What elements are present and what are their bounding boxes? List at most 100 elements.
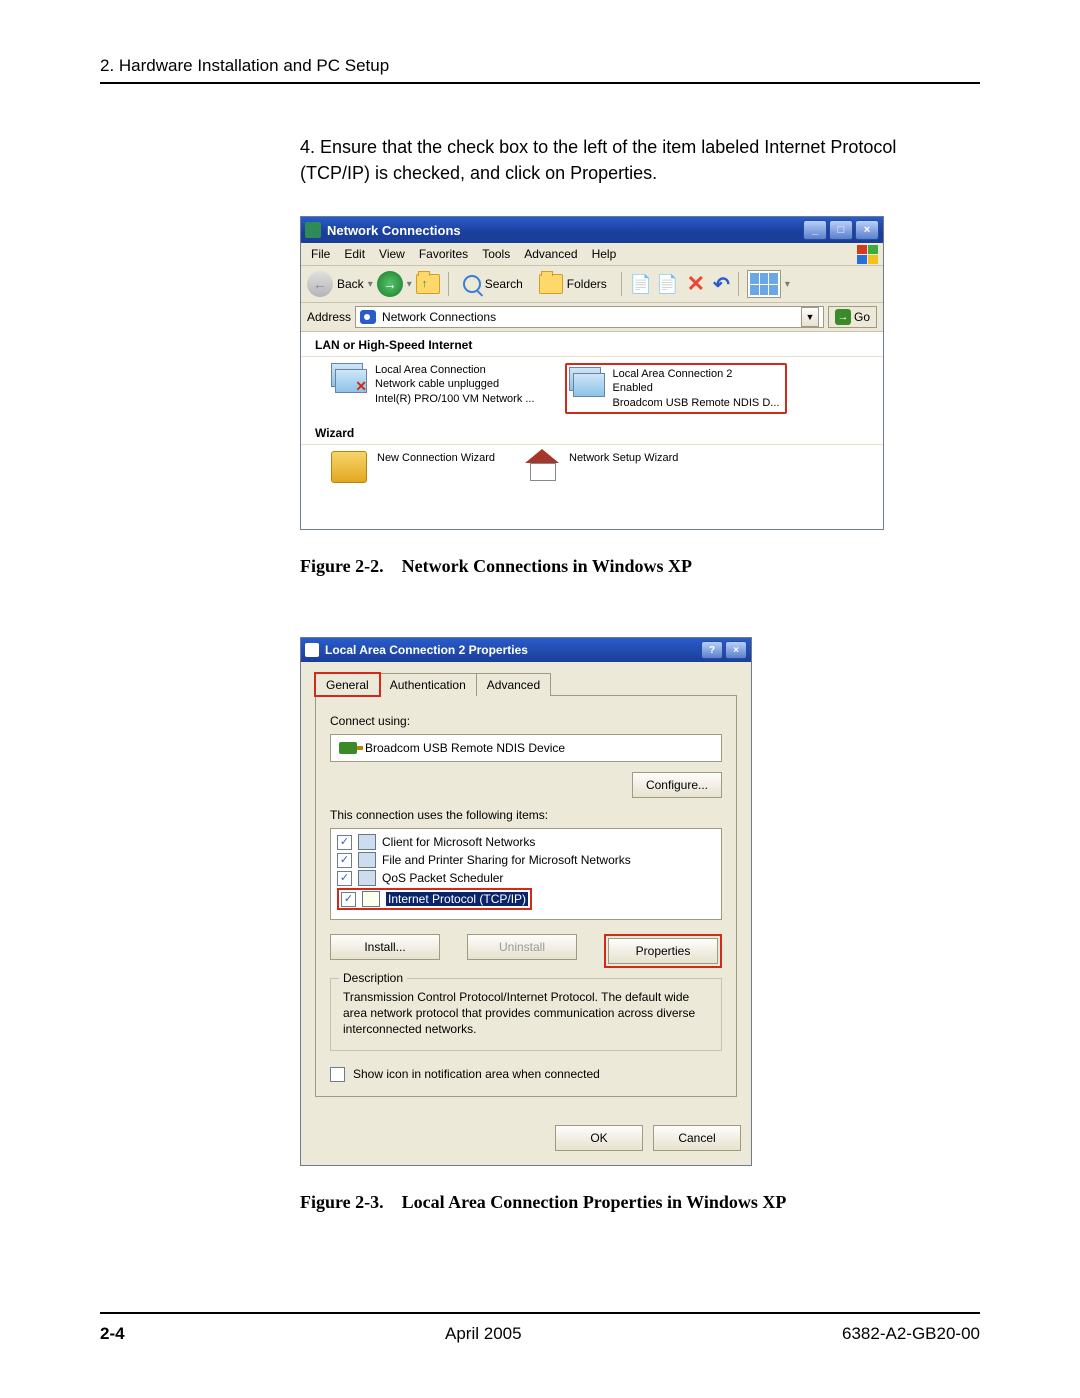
forward-button[interactable]: → <box>377 271 403 297</box>
move-to-button[interactable]: 📄 <box>630 274 652 295</box>
back-label: Back <box>337 277 364 291</box>
address-bar: Address Network Connections ▼ → Go <box>301 303 883 332</box>
undo-button[interactable]: ↶ <box>713 272 730 297</box>
configure-button[interactable]: Configure... <box>632 772 722 798</box>
search-button[interactable]: Search <box>457 273 529 295</box>
checkbox-icon[interactable]: ✓ <box>337 871 352 886</box>
delete-button[interactable]: ✕ <box>683 271 709 297</box>
instruction-step: 4. Ensure that the check box to the left… <box>300 134 940 186</box>
lan2-status: Enabled <box>613 381 780 395</box>
address-icon <box>360 310 376 324</box>
connect-using-label: Connect using: <box>330 714 722 728</box>
lan-section-header: LAN or High-Speed Internet <box>301 332 883 357</box>
footer-doc: 6382-A2-GB20-00 <box>842 1324 980 1344</box>
window-icon <box>305 222 321 238</box>
item-qos[interactable]: ✓ QoS Packet Scheduler <box>337 869 715 887</box>
item-file-printer-sharing[interactable]: ✓ File and Printer Sharing for Microsoft… <box>337 851 715 869</box>
network-connections-window: Network Connections _ □ × File Edit View… <box>300 216 884 530</box>
menu-edit[interactable]: Edit <box>340 245 375 263</box>
menu-favorites[interactable]: Favorites <box>415 245 478 263</box>
properties-dialog: Local Area Connection 2 Properties ? × G… <box>300 637 752 1166</box>
menu-help[interactable]: Help <box>588 245 627 263</box>
description-text: Transmission Control Protocol/Internet P… <box>343 989 709 1038</box>
divider <box>100 82 980 84</box>
up-folder-button[interactable]: ↑ <box>416 274 440 294</box>
copy-to-button[interactable]: 📄 <box>656 274 678 295</box>
close-button[interactable]: × <box>855 220 879 240</box>
install-button[interactable]: Install... <box>330 934 440 960</box>
menu-advanced[interactable]: Advanced <box>520 245 587 263</box>
item-qos-label: QoS Packet Scheduler <box>382 871 503 885</box>
new-connection-wizard[interactable]: New Connection Wizard <box>331 451 495 483</box>
dialog-title: Local Area Connection 2 Properties <box>325 643 528 657</box>
lan2-device: Broadcom USB Remote NDIS D... <box>613 396 780 410</box>
tabs: General Authentication Advanced <box>315 672 737 695</box>
maximize-button[interactable]: □ <box>829 220 853 240</box>
address-dropdown-icon[interactable]: ▼ <box>801 307 819 327</box>
back-button[interactable]: ← <box>307 271 333 297</box>
menu-view[interactable]: View <box>375 245 415 263</box>
notify-row[interactable]: Show icon in notification area when conn… <box>330 1067 722 1082</box>
close-button[interactable]: × <box>725 641 747 659</box>
tab-advanced[interactable]: Advanced <box>476 673 551 696</box>
items-list: ✓ Client for Microsoft Networks ✓ File a… <box>330 828 722 920</box>
ok-button[interactable]: OK <box>555 1125 643 1151</box>
search-label: Search <box>485 277 523 291</box>
views-button[interactable] <box>747 270 781 298</box>
toolbar: ← Back ▾ → ▾ ↑ Search Folders 📄 📄 ✕ ↶ ▾ <box>301 266 883 303</box>
search-icon <box>463 275 481 293</box>
figure-caption-1: Figure 2-2. Network Connections in Windo… <box>300 556 980 577</box>
client-icon <box>358 834 376 850</box>
go-arrow-icon: → <box>835 309 851 325</box>
menu-file[interactable]: File <box>307 245 340 263</box>
description-group: Description Transmission Control Protoco… <box>330 978 722 1051</box>
wizard-section-header: Wizard <box>301 420 883 445</box>
figure-1-label: Figure 2-2. <box>300 556 384 576</box>
step-number: 4. <box>300 137 315 157</box>
help-button[interactable]: ? <box>701 641 723 659</box>
windows-flag-icon <box>857 245 879 265</box>
lan1-name: Local Area Connection <box>375 363 535 377</box>
uninstall-button[interactable]: Uninstall <box>467 934 577 960</box>
checkbox-icon[interactable]: ✓ <box>341 892 356 907</box>
tab-authentication[interactable]: Authentication <box>379 673 477 696</box>
address-input[interactable]: Network Connections ▼ <box>355 306 824 328</box>
item-client[interactable]: ✓ Client for Microsoft Networks <box>337 833 715 851</box>
footer-date: April 2005 <box>445 1324 522 1344</box>
page-number: 2-4 <box>100 1324 125 1344</box>
sharing-icon <box>358 852 376 868</box>
house-icon <box>525 451 559 481</box>
window-title: Network Connections <box>327 223 461 238</box>
lan-connection-2[interactable]: Local Area Connection 2 Enabled Broadcom… <box>565 363 788 414</box>
item-tcpip[interactable]: ✓ Internet Protocol (TCP/IP) <box>337 887 715 911</box>
menu-tools[interactable]: Tools <box>478 245 520 263</box>
lan-connection-1[interactable]: ✕ Local Area Connection Network cable un… <box>331 363 535 414</box>
cancel-button[interactable]: Cancel <box>653 1125 741 1151</box>
go-button[interactable]: → Go <box>828 306 877 328</box>
wiz-net-label: Network Setup Wizard <box>569 451 678 465</box>
address-value: Network Connections <box>382 310 496 324</box>
minimize-button[interactable]: _ <box>803 220 827 240</box>
wizard-icon <box>331 451 367 483</box>
address-label: Address <box>307 310 351 324</box>
tab-general[interactable]: General <box>315 673 380 696</box>
properties-button[interactable]: Properties <box>608 938 718 964</box>
lan2-name: Local Area Connection 2 <box>613 367 780 381</box>
checkbox-icon[interactable]: ✓ <box>337 853 352 868</box>
network-setup-wizard[interactable]: Network Setup Wizard <box>525 451 678 483</box>
description-title: Description <box>339 971 407 985</box>
item-client-label: Client for Microsoft Networks <box>382 835 535 849</box>
adapter-icon <box>339 742 357 754</box>
section-header: 2. Hardware Installation and PC Setup <box>100 56 980 76</box>
adapter-name: Broadcom USB Remote NDIS Device <box>365 741 565 755</box>
checkbox-icon[interactable]: ✓ <box>337 835 352 850</box>
tcpip-icon <box>362 891 380 907</box>
titlebar: Network Connections _ □ × <box>301 217 883 243</box>
connection-icon: ✕ <box>331 363 365 393</box>
menubar: File Edit View Favorites Tools Advanced … <box>301 243 883 266</box>
items-label: This connection uses the following items… <box>330 808 722 822</box>
folders-button[interactable]: Folders <box>533 272 613 296</box>
figure-1-text: Network Connections in Windows XP <box>402 556 692 576</box>
checkbox-icon[interactable] <box>330 1067 345 1082</box>
lan1-device: Intel(R) PRO/100 VM Network ... <box>375 392 535 406</box>
